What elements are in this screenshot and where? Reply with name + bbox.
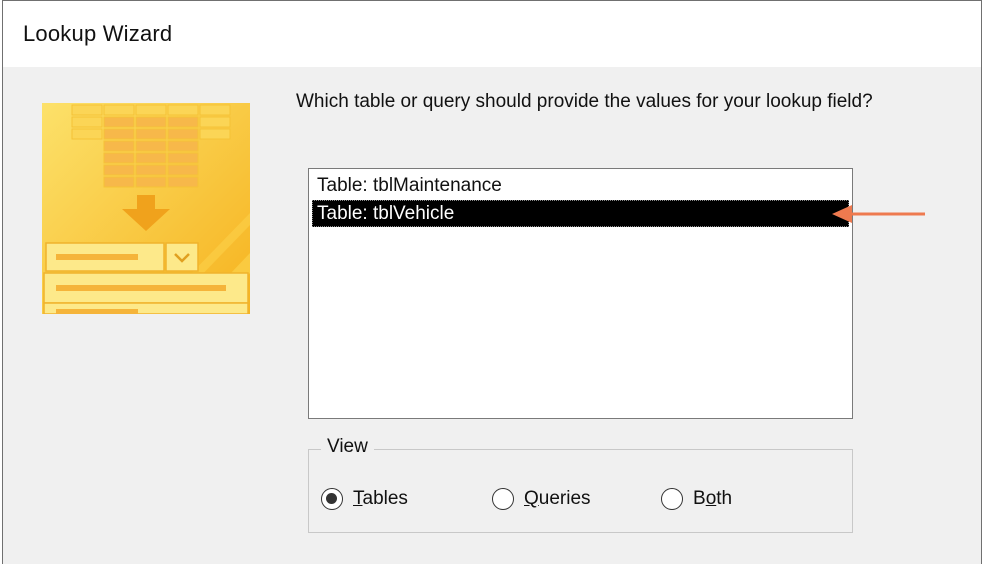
view-tables-label: Tables: [353, 488, 408, 509]
view-queries-label: Queries: [524, 488, 591, 509]
radio-selected-icon[interactable]: [321, 488, 343, 510]
lookup-wizard-illustration-icon: [42, 103, 250, 314]
table-query-listbox[interactable]: Table: tblMaintenance Table: tblVehicle: [308, 168, 853, 419]
view-both-radio[interactable]: Both: [661, 484, 732, 514]
view-both-label: Both: [693, 488, 733, 509]
view-group: View Tables Queries Both: [308, 436, 853, 533]
lookup-wizard-dialog: Lookup Wizard Which table or query shoul…: [2, 0, 982, 564]
dialog-title: Lookup Wizard: [23, 21, 173, 46]
list-item-tblvehicle[interactable]: Table: tblVehicle: [312, 200, 849, 227]
radio-unselected-icon[interactable]: [492, 488, 514, 510]
arrow-left-icon: [832, 205, 925, 223]
radio-unselected-icon[interactable]: [661, 488, 683, 510]
view-tables-radio[interactable]: Tables: [321, 484, 408, 514]
lookup-source-prompt: Which table or query should provide the …: [296, 91, 873, 112]
view-queries-radio[interactable]: Queries: [492, 484, 591, 514]
list-item-tblmaintenance[interactable]: Table: tblMaintenance: [312, 172, 849, 199]
title-bar: Lookup Wizard: [3, 1, 981, 67]
view-group-legend: View: [321, 436, 374, 458]
